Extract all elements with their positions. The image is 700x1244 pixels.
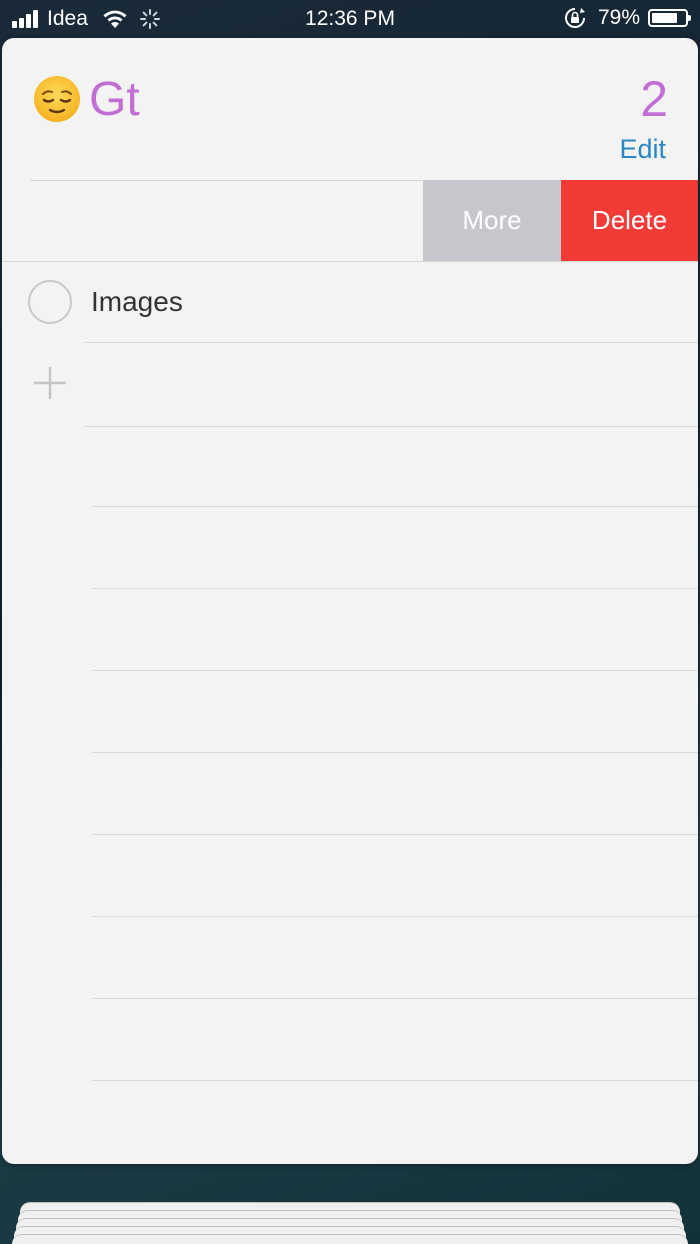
relieved-face-emoji-icon: [34, 76, 80, 122]
more-button[interactable]: More: [423, 180, 561, 261]
item-count: 2: [640, 71, 668, 127]
ruled-line: [92, 752, 698, 753]
battery-fill: [652, 13, 678, 23]
list-header: Gt 2 Edit: [2, 38, 698, 180]
activity-spinner-icon: [139, 9, 160, 29]
carrier-name: Idea: [47, 7, 88, 30]
battery-percent: 79%: [597, 6, 640, 29]
reminder-checkbox[interactable]: [28, 280, 72, 324]
status-bar: Idea 12:36 PM 79%: [0, 0, 700, 38]
ruled-line: [92, 998, 698, 999]
status-left: Idea: [12, 7, 160, 31]
ruled-line: [92, 670, 698, 671]
wifi-icon: [103, 10, 127, 28]
ruled-line: [84, 426, 698, 427]
ruled-line: [92, 588, 698, 589]
ruled-line: [92, 1080, 698, 1081]
reminders-list-card: Gt 2 Edit More Delete Images: [2, 38, 698, 1164]
reminder-text[interactable]: Images: [91, 286, 183, 318]
list-item[interactable]: Images: [2, 262, 698, 342]
stacked-list-card[interactable]: [12, 1234, 688, 1244]
ruled-line: [84, 342, 698, 343]
plus-icon[interactable]: [32, 365, 68, 401]
ruled-line: [92, 834, 698, 835]
swiped-reminder-row[interactable]: More Delete: [2, 180, 698, 261]
status-right: 79%: [564, 6, 691, 30]
list-title: Gt: [89, 73, 140, 126]
rotation-lock-icon: [565, 8, 585, 28]
signal-icon: [12, 10, 40, 28]
battery-icon: [648, 9, 691, 27]
edit-button[interactable]: Edit: [619, 134, 666, 165]
ruled-line: [92, 916, 698, 917]
delete-button[interactable]: Delete: [561, 180, 698, 261]
ruled-line: [92, 506, 698, 507]
